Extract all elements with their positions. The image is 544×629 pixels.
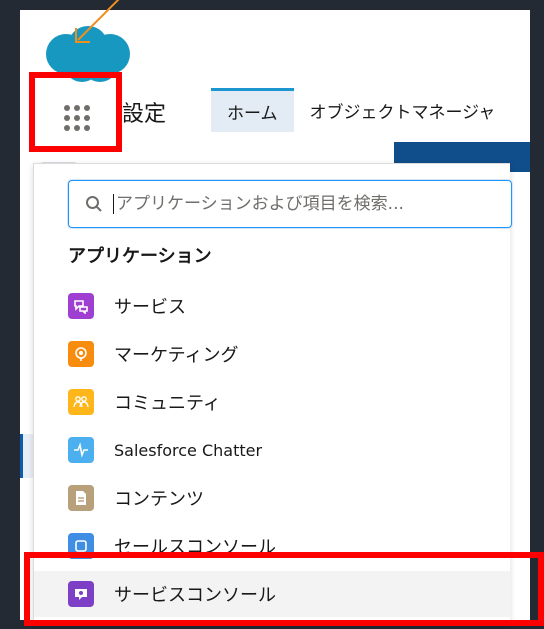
app-search-input[interactable] [113, 194, 493, 214]
setup-title: 設定 [122, 102, 167, 127]
content-icon [68, 485, 94, 511]
app-label: サービス [114, 297, 186, 318]
app-search-box[interactable] [68, 180, 512, 228]
app-item-marketing[interactable]: マーケティング [34, 331, 510, 377]
waffle-icon [64, 105, 90, 131]
community-icon [68, 389, 94, 415]
app-label: サービスコンソール [114, 585, 276, 606]
app-item-service[interactable]: サービス [34, 283, 510, 329]
menu-notch [75, 151, 99, 163]
app-label: セールスコンソール [114, 537, 276, 558]
service-console-icon [68, 581, 94, 607]
app-launcher-button[interactable] [46, 92, 108, 144]
app-label: コミュニティ [114, 393, 221, 414]
service-icon [68, 293, 94, 319]
app-label: マーケティング [114, 345, 239, 366]
sales-console-icon [68, 533, 94, 559]
marketing-icon [68, 341, 94, 367]
tab-object-manager[interactable]: オブジェクトマネージャ [294, 88, 512, 132]
chatter-icon [68, 437, 94, 463]
annotation-arrow [75, 0, 120, 43]
app-label: コンテンツ [114, 489, 204, 510]
tab-bar: ホーム オブジェクトマネージャ [211, 88, 530, 132]
tab-home[interactable]: ホーム [211, 88, 294, 132]
app-item-service-console[interactable]: サービスコンソール [34, 571, 510, 617]
apps-section-heading: アプリケーション [68, 246, 212, 267]
search-icon [86, 196, 102, 212]
app-item-community[interactable]: コミュニティ [34, 379, 510, 425]
app-item-chatter[interactable]: Salesforce Chatter [34, 427, 510, 473]
app-item-sales-console[interactable]: セールスコンソール [34, 523, 510, 569]
app-item-content[interactable]: コンテンツ [34, 475, 510, 521]
app-label: Salesforce Chatter [114, 440, 263, 460]
